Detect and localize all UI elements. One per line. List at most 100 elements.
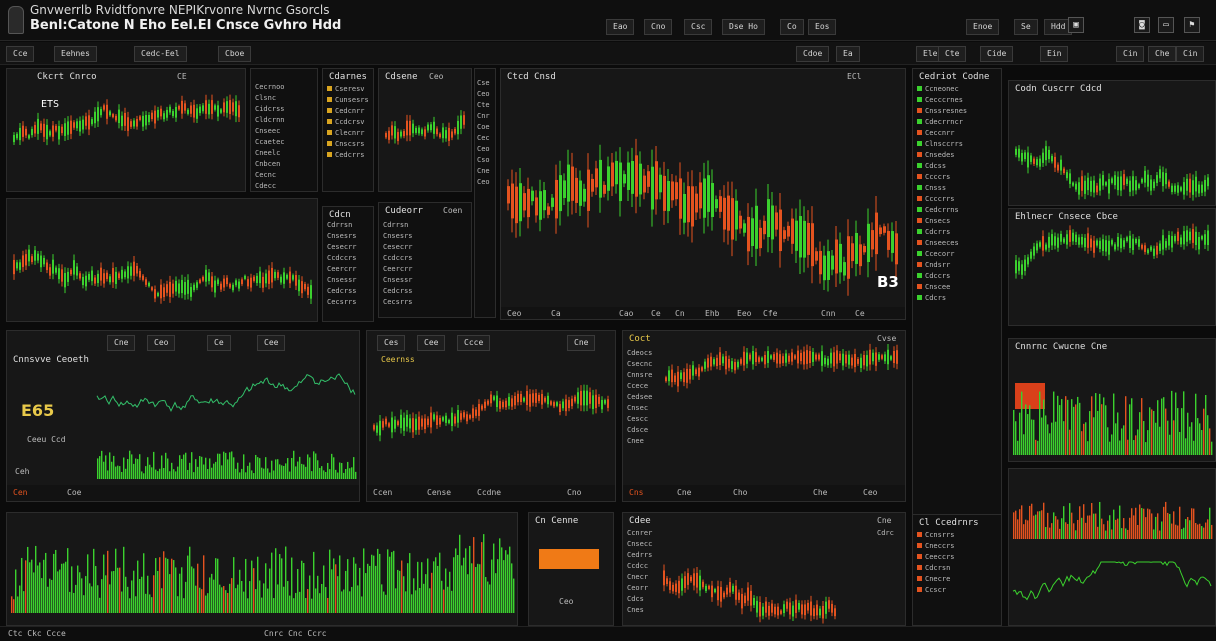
window-icon[interactable]: ▭ — [1158, 17, 1174, 33]
list-row[interactable]: Cedcrrs — [327, 151, 369, 162]
watchlist-row[interactable]: Cnsecs — [917, 217, 997, 228]
list-row[interactable]: Cnbcen — [255, 160, 313, 171]
camera-icon[interactable]: ◙ — [1134, 17, 1150, 33]
list-row[interactable]: Cecsrrs — [327, 298, 369, 309]
topbar-button-3[interactable]: Csc — [684, 19, 713, 35]
list-row[interactable]: Ccdccrs — [327, 254, 369, 265]
list-row[interactable]: Ceo — [477, 90, 493, 101]
watchlist-row[interactable]: Cdccrs — [917, 272, 997, 283]
watchlist-row[interactable]: Ceccnrr — [917, 129, 997, 140]
list-row[interactable]: Ccnsrrs — [917, 531, 997, 542]
watchlist-row[interactable]: Cnssresnes — [917, 107, 997, 118]
candle-body — [1144, 170, 1146, 183]
watchlist-row-label: Cndsrr — [925, 261, 951, 269]
toolbar-right-2[interactable]: Cide — [980, 46, 1014, 62]
list-row[interactable]: Cse — [477, 79, 493, 90]
list-row[interactable]: Ceercrr — [327, 265, 369, 276]
list-row[interactable]: Cso — [477, 156, 493, 167]
candle-body — [722, 356, 724, 364]
list-row[interactable]: Cdrc — [877, 529, 905, 540]
toolbar-right-6[interactable]: Cin — [1176, 46, 1205, 62]
list-row[interactable]: Coe — [477, 123, 493, 134]
toolbar-left-3[interactable]: Cedc-Eel — [134, 46, 187, 62]
watchlist-row[interactable]: Cecccrnes — [917, 96, 997, 107]
list-row[interactable]: Cunsesrs — [327, 96, 369, 107]
toolbar-right-1[interactable]: Cte — [938, 46, 967, 62]
watchlist-row[interactable]: Cnseeces — [917, 239, 997, 250]
watchlist-row[interactable]: Cndsrr — [917, 261, 997, 272]
list-row[interactable]: Ccdccrs — [383, 254, 467, 265]
toolbar-right-5[interactable]: Che — [1148, 46, 1177, 62]
toolbar-left-1[interactable]: Cce — [6, 46, 35, 62]
list-row[interactable]: Cnsesrs — [327, 232, 369, 243]
list-row[interactable]: Cidcrss — [255, 105, 313, 116]
list-row[interactable]: Cecnc — [255, 171, 313, 182]
list-row[interactable]: Cnecre — [917, 575, 997, 586]
list-row[interactable]: Cseresv — [327, 85, 369, 96]
list-row[interactable]: Ceercrr — [383, 265, 467, 276]
watchlist-row[interactable]: Ccneonec — [917, 85, 997, 96]
watchlist-row[interactable]: Cdcrs — [917, 294, 997, 305]
topbar-button-8[interactable]: Se — [1014, 19, 1038, 35]
list-row[interactable]: Cedcrss — [327, 287, 369, 298]
watchlist-row[interactable]: Cdecrrncr — [917, 118, 997, 129]
list-row[interactable]: Ccaetec — [255, 138, 313, 149]
list-row[interactable]: Ccdcrsv — [327, 118, 369, 129]
lock-icon[interactable]: ▣ — [1068, 17, 1084, 33]
list-row[interactable]: Cdcrsn — [917, 564, 997, 575]
list-row[interactable]: Cecrnoo — [255, 83, 313, 94]
watchlist-row[interactable]: Cnsedes — [917, 151, 997, 162]
watchlist-row[interactable]: Clnsccrrs — [917, 140, 997, 151]
list-row[interactable]: Cte — [477, 101, 493, 112]
watchlist-row[interactable]: Cedcrrns — [917, 206, 997, 217]
list-row[interactable]: Cesecrr — [327, 243, 369, 254]
topbar-button-1[interactable]: Eao — [606, 19, 635, 35]
list-row[interactable]: Clsnc — [255, 94, 313, 105]
toolbar-mid-2[interactable]: Ea — [836, 46, 860, 62]
topbar-button-7[interactable]: Enoe — [966, 19, 1000, 35]
watchlist-row[interactable]: Cdcss — [917, 162, 997, 173]
watchlist-row[interactable]: Ccccrrs — [917, 195, 997, 206]
list-row[interactable]: Ceeccrs — [917, 553, 997, 564]
topbar-button-4[interactable]: Dse Ho — [722, 19, 765, 35]
list-row[interactable]: Clecnrr — [327, 129, 369, 140]
watchlist-row[interactable]: Ccccrs — [917, 173, 997, 184]
list-row[interactable]: Cneelc — [255, 149, 313, 160]
topbar-button-5[interactable]: Co — [780, 19, 804, 35]
toolbar-left-4[interactable]: Cboe — [218, 46, 252, 62]
candlestick-chart — [385, 110, 465, 147]
list-row[interactable]: Cec — [477, 134, 493, 145]
watchlist-row[interactable]: Cdcrrs — [917, 228, 997, 239]
list-row[interactable]: Cedcrss — [383, 287, 467, 298]
list-row[interactable]: Cdrrsn — [327, 221, 369, 232]
list-row[interactable]: Cesecrr — [383, 243, 467, 254]
watchlist-row[interactable]: Ccecorr — [917, 250, 997, 261]
flag-icon[interactable]: ⚑ — [1184, 17, 1200, 33]
list-row[interactable]: Ceo — [477, 145, 493, 156]
list-row[interactable]: Cne — [477, 167, 493, 178]
watchlist-row[interactable]: Cnscee — [917, 283, 997, 294]
toolbar-left-2[interactable]: Eehnes — [54, 46, 97, 62]
list-row[interactable]: Cdecc — [255, 182, 313, 191]
list-row[interactable]: Cnr — [477, 112, 493, 123]
list-row[interactable]: Cnsessr — [327, 276, 369, 287]
toolbar-right-3[interactable]: Ein — [1040, 46, 1069, 62]
candle-body — [112, 268, 114, 283]
list-row[interactable]: Cldcrnn — [255, 116, 313, 127]
list-row[interactable]: Cdrrsn — [383, 221, 467, 232]
topbar-button-6[interactable]: Eos — [808, 19, 837, 35]
list-row[interactable]: Cnsesrs — [383, 232, 467, 243]
toolbar-mid-1[interactable]: Cdoe — [796, 46, 830, 62]
list-row[interactable]: Cecsrrs — [383, 298, 467, 309]
list-row[interactable]: Cnseec — [255, 127, 313, 138]
list-row[interactable]: Cnscsrs — [327, 140, 369, 151]
toolbar-right-4[interactable]: Cin — [1116, 46, 1145, 62]
list-row[interactable]: Ccscr — [917, 586, 997, 597]
list-row[interactable]: Cneccrs — [917, 542, 997, 553]
list-row[interactable]: Cedcnrr — [327, 107, 369, 118]
list-row[interactable]: Ceo — [477, 178, 493, 189]
watchlist-row[interactable]: Cnsss — [917, 184, 997, 195]
list-row[interactable]: Cnsessr — [383, 276, 467, 287]
volume-bar — [257, 457, 259, 479]
topbar-button-2[interactable]: Cno — [644, 19, 673, 35]
